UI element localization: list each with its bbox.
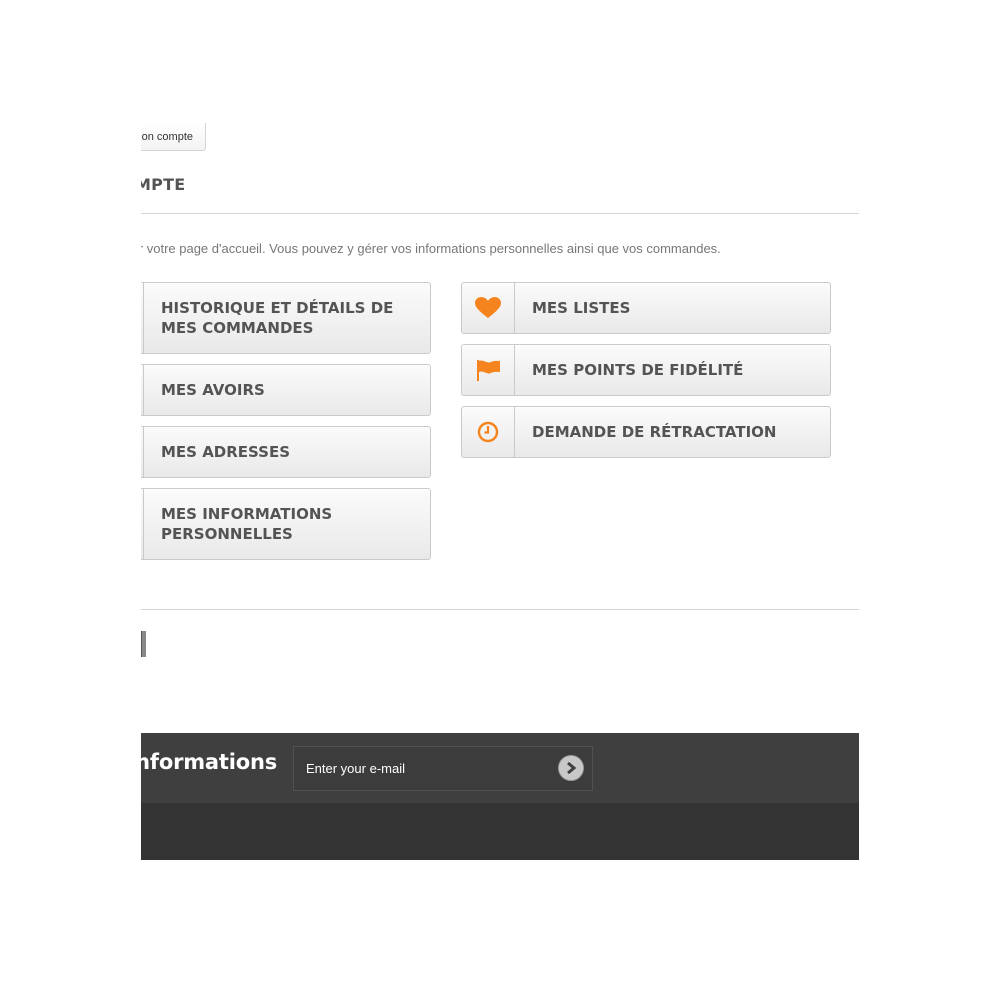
addresses-label: Mes adresses [161, 443, 291, 461]
order-history-link[interactable]: Historique et détails de mes commandes [141, 282, 431, 354]
chevron-right-icon [567, 762, 576, 774]
back-to-account-button[interactable]: Mon compte [141, 123, 206, 151]
credit-slips-label: Mes avoirs [161, 381, 265, 399]
newsletter-title: Lettre d'informations [141, 750, 277, 774]
clock-icon [462, 407, 515, 457]
my-lists-label: Mes listes [532, 299, 631, 317]
newsletter-submit-button[interactable] [558, 755, 584, 781]
order-history-label: Historique et détails de mes commandes [161, 299, 394, 337]
personal-info-link[interactable]: Mes informations personnelles [141, 488, 431, 560]
newsletter-form [293, 746, 593, 791]
title-divider [141, 213, 859, 214]
page-title: MON COMPTE [141, 175, 186, 194]
loyalty-points-link[interactable]: Mes points de fidélité [461, 344, 831, 396]
my-lists-link[interactable]: Mes listes [461, 282, 831, 334]
withdrawal-request-link[interactable]: Demande de rétractation [461, 406, 831, 458]
loyalty-points-label: Mes points de fidélité [532, 361, 744, 379]
credit-slips-link[interactable]: Mes avoirs [141, 364, 431, 416]
heart-icon [462, 283, 515, 333]
page-viewport: Mon compte MON COMPTE Bienvenue sur votr… [141, 100, 859, 860]
footer-divider [141, 609, 859, 610]
addresses-link[interactable]: Mes adresses [141, 426, 431, 478]
flag-icon [462, 345, 515, 395]
intro-text: Bienvenue sur votre page d'accueil. Vous… [141, 241, 721, 256]
personal-info-label: Mes informations personnelles [161, 505, 333, 543]
footer-bottom-band [141, 803, 859, 860]
scroll-marker [141, 631, 146, 657]
newsletter-email-input[interactable] [294, 747, 544, 790]
withdrawal-request-label: Demande de rétractation [532, 423, 777, 441]
